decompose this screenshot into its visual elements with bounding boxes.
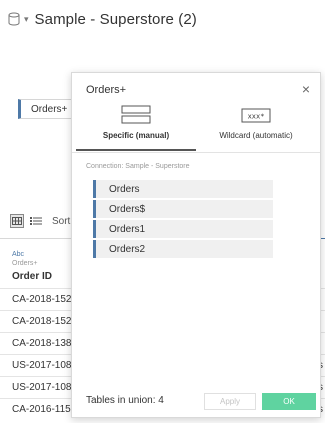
column-header-order-id[interactable]: Abc Orders+ Order ID: [12, 250, 52, 284]
cell-order-id: US-2017-1089: [12, 382, 78, 393]
cell-order-id: US-2017-1089: [12, 360, 78, 371]
cell-order-id: CA-2018-1386: [12, 338, 78, 349]
cell-order-id: CA-2018-1521: [12, 294, 78, 305]
cell-order-id: CA-2018-1521: [12, 316, 78, 327]
dialog-title: Orders+: [86, 84, 127, 96]
database-icon: [8, 12, 20, 26]
cell-order-id: CA-2016-1158: [12, 404, 77, 415]
stacked-tables-icon: [121, 105, 151, 124]
union-table-item[interactable]: Orders2: [93, 240, 273, 258]
grid-toolbar: Sort f: [10, 214, 76, 228]
ok-button[interactable]: OK: [262, 393, 316, 410]
close-icon[interactable]: ×: [302, 82, 310, 96]
union-table-list: Orders Orders$ Orders1 Orders2: [93, 180, 273, 260]
datasource-title[interactable]: Sample - Superstore (2): [35, 11, 197, 28]
tab-wildcard-automatic[interactable]: xxx* Wildcard (automatic): [196, 105, 316, 149]
wildcard-icon: xxx*: [241, 108, 271, 123]
tables-in-union-count: Tables in union: 4: [86, 395, 164, 406]
tab-separator: [72, 152, 320, 153]
datasource-header: ▾ Sample - Superstore (2): [8, 6, 197, 32]
canvas-table-orders-plus[interactable]: Orders+: [18, 99, 72, 119]
tab-label: Wildcard (automatic): [219, 131, 293, 140]
list-view-icon[interactable]: [30, 216, 42, 226]
active-tab-indicator: [76, 149, 196, 151]
connection-label: Connection: Sample - Superstore: [86, 163, 190, 170]
tab-label: Specific (manual): [102, 131, 170, 140]
grid-icon: [12, 217, 22, 225]
union-table-item[interactable]: Orders$: [93, 200, 273, 218]
column-name: Order ID: [12, 271, 53, 282]
apply-button[interactable]: Apply: [204, 393, 256, 410]
wildcard-icon-text: xxx*: [248, 113, 265, 121]
tab-specific-manual[interactable]: Specific (manual): [76, 105, 196, 151]
chevron-down-icon[interactable]: ▾: [24, 14, 29, 25]
union-table-item[interactable]: Orders1: [93, 220, 273, 238]
union-table-item[interactable]: Orders: [93, 180, 273, 198]
union-dialog: Orders+ × Specific (manual) xxx* Wildcar…: [71, 72, 321, 418]
grid-view-button[interactable]: [10, 214, 24, 228]
string-type-icon[interactable]: Abc: [12, 250, 52, 259]
column-source: Orders+: [12, 260, 38, 267]
